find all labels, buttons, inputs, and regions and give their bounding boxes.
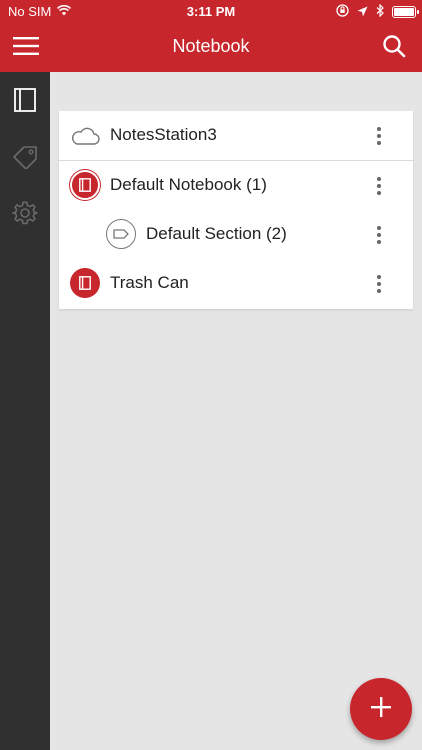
- sidebar: [0, 72, 50, 750]
- more-options-button[interactable]: [369, 270, 389, 298]
- notebook-list: NotesStation3 Default Notebook (1) Defau…: [59, 111, 413, 309]
- list-item-notesstation[interactable]: NotesStation3: [59, 111, 413, 161]
- search-button[interactable]: [378, 32, 410, 64]
- more-options-button[interactable]: [369, 122, 389, 150]
- more-options-button[interactable]: [369, 172, 389, 200]
- more-vertical-icon: [377, 127, 381, 145]
- list-item-label: Default Section (2): [146, 224, 287, 243]
- list-item-default-section[interactable]: Default Section (2): [59, 210, 413, 259]
- header: No SIM 3:11 PM Notebook: [0, 0, 422, 72]
- cloud-icon: [69, 120, 101, 152]
- bluetooth-icon: [376, 3, 384, 20]
- list-item-default-notebook[interactable]: Default Notebook (1): [59, 161, 413, 210]
- notebook-icon: [69, 169, 101, 201]
- gear-icon: [12, 200, 38, 231]
- orientation-lock-icon: [336, 4, 349, 20]
- sidebar-item-tags[interactable]: [0, 134, 50, 184]
- search-icon: [382, 34, 406, 63]
- status-bar: No SIM 3:11 PM: [0, 0, 422, 24]
- list-item-trash-can[interactable]: Trash Can: [59, 259, 413, 308]
- sidebar-item-notebooks[interactable]: [0, 77, 50, 127]
- list-item-label: Default Notebook (1): [110, 175, 267, 194]
- sidebar-item-settings[interactable]: [0, 190, 50, 240]
- section-icon: [105, 218, 137, 250]
- list-item-label: NotesStation3: [110, 125, 217, 144]
- battery-icon: [392, 6, 419, 18]
- page-title: Notebook: [172, 36, 250, 56]
- app-root: No SIM 3:11 PM Notebook NotesStation3 De…: [0, 0, 422, 750]
- location-arrow-icon: [357, 5, 368, 20]
- more-options-button[interactable]: [369, 221, 389, 249]
- add-button[interactable]: [350, 678, 412, 740]
- list-item-label: Trash Can: [110, 273, 189, 292]
- status-right: [336, 3, 419, 20]
- tag-icon: [12, 145, 38, 174]
- more-vertical-icon: [377, 226, 381, 244]
- more-vertical-icon: [377, 275, 381, 293]
- plus-icon: [370, 696, 392, 723]
- trash-notebook-icon: [69, 267, 101, 299]
- more-vertical-icon: [377, 177, 381, 195]
- nav-bar: Notebook: [0, 24, 422, 72]
- notebook-icon: [14, 87, 36, 117]
